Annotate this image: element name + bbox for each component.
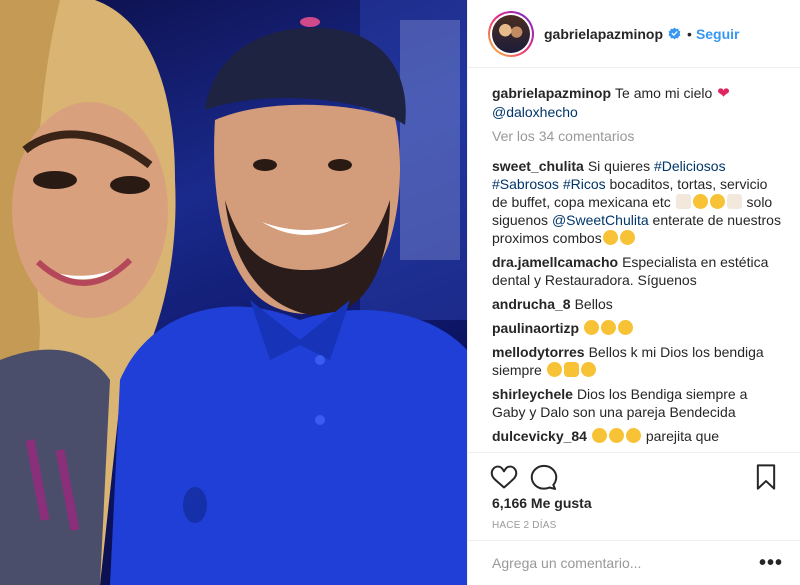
post-photo[interactable] xyxy=(0,0,467,585)
cake-emoji-icon xyxy=(726,194,742,209)
more-options-icon[interactable]: ••• xyxy=(759,553,783,573)
comment-username[interactable]: shirleychele xyxy=(492,386,573,402)
comment-username[interactable]: sweet_chulita xyxy=(492,158,584,174)
comment-username[interactable]: mellodytorres xyxy=(492,344,585,360)
cake-emoji-icon xyxy=(675,194,691,209)
comment-bubble-icon[interactable] xyxy=(530,463,558,491)
smile-emoji-icon xyxy=(602,230,618,245)
mention-link[interactable]: @SweetChulita xyxy=(552,212,649,228)
heart-outline-icon[interactable] xyxy=(490,463,518,491)
comment-username[interactable]: dulcevicky_84 xyxy=(492,428,587,444)
caption: gabrielapazminop Te amo mi cielo ❤ @dalox… xyxy=(492,84,782,121)
verified-badge-icon xyxy=(668,27,681,40)
smile-emoji-icon xyxy=(618,320,634,335)
hashtag-link[interactable]: #Deliciosos xyxy=(654,158,726,174)
smile-emoji-icon xyxy=(584,320,600,335)
comment-row: dra.jamellcamacho Especialista en estétic… xyxy=(492,253,782,289)
bowl-emoji-icon xyxy=(692,194,708,209)
comment-input[interactable] xyxy=(492,555,759,571)
comment-row: sweet_chulita Si quieres #Deliciosos #Sab… xyxy=(492,157,782,247)
photo-illustration xyxy=(0,0,467,585)
header-username[interactable]: gabrielapazminop xyxy=(544,26,663,42)
smile-emoji-icon xyxy=(546,362,562,377)
comment-text: Si quieres xyxy=(587,158,654,174)
post-details-panel: gabrielapazminop • Seguir gabrielapazmin… xyxy=(467,0,800,585)
comment-row: shirleychele Dios los Bendiga siempre a G… xyxy=(492,385,782,421)
hearteyes-emoji-icon xyxy=(625,428,641,443)
comment-row: andrucha_8 Bellos xyxy=(492,295,782,313)
hearteyes-emoji-icon xyxy=(591,428,607,443)
avatar[interactable] xyxy=(488,10,534,57)
comment-text: parejita que xyxy=(641,428,720,444)
smile-emoji-icon xyxy=(619,230,635,245)
hearteyes-emoji-icon xyxy=(608,428,624,443)
action-bar: 6,166 Me gusta HACE 2 DÍAS xyxy=(468,452,800,548)
smile-emoji-icon xyxy=(601,320,617,335)
bowl-emoji-icon xyxy=(709,194,725,209)
header-separator: • xyxy=(687,25,692,42)
hashtag-link[interactable]: #Sabrosos xyxy=(492,176,559,192)
comment-row: mellodytorres Bellos k mi Dios los bendig… xyxy=(492,343,782,379)
view-all-comments-link[interactable]: Ver los 34 comentarios xyxy=(492,127,782,145)
comments-list[interactable]: gabrielapazminop Te amo mi cielo ❤ @dalox… xyxy=(492,84,782,452)
comment-text: Bellos xyxy=(574,296,613,312)
comment-username[interactable]: andrucha_8 xyxy=(492,296,571,312)
hashtag-link[interactable]: #Ricos xyxy=(563,176,606,192)
comment-row: paulinaortizp xyxy=(492,319,782,337)
add-comment-bar: ••• xyxy=(468,540,800,585)
comment-row: dulcevicky_84 parejita que xyxy=(492,427,782,445)
red-heart-icon: ❤ xyxy=(717,85,730,102)
thumb-emoji-icon xyxy=(563,362,579,377)
comment-username[interactable]: dra.jamellcamacho xyxy=(492,254,618,270)
post-header: gabrielapazminop • Seguir xyxy=(468,0,800,68)
caption-text: Te amo mi cielo xyxy=(615,85,713,101)
comment-container: sweet_chulita Si quieres #Deliciosos #Sab… xyxy=(492,157,782,445)
bookmark-icon[interactable] xyxy=(752,463,780,491)
hearteyes-emoji-icon xyxy=(580,362,596,377)
follow-button[interactable]: Seguir xyxy=(696,26,740,42)
caption-username[interactable]: gabrielapazminop xyxy=(492,85,611,101)
like-count[interactable]: 6,166 Me gusta xyxy=(492,495,592,511)
caption-mention[interactable]: @daloxhecho xyxy=(492,104,578,120)
comment-username[interactable]: paulinaortizp xyxy=(492,320,579,336)
timestamp[interactable]: HACE 2 DÍAS xyxy=(492,520,556,531)
